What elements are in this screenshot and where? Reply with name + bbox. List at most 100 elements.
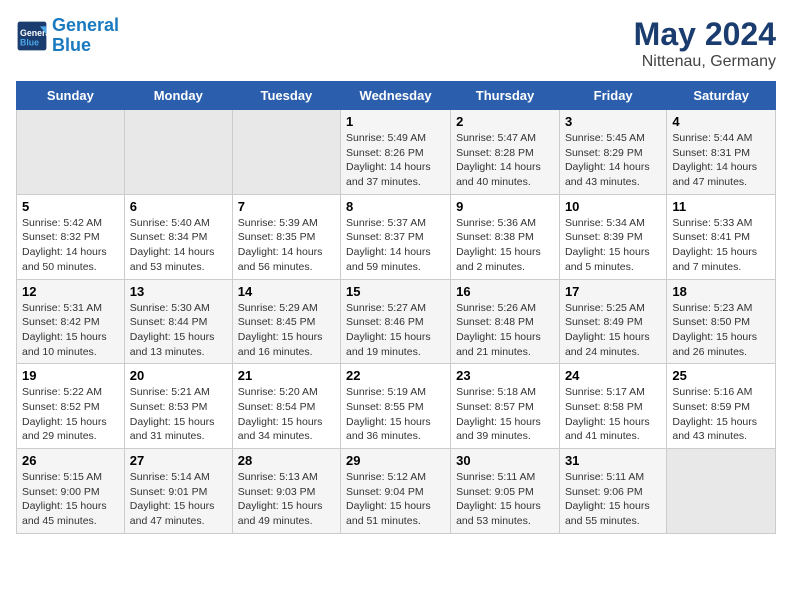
day-number: 10: [565, 199, 661, 214]
calendar-cell: 5 Sunrise: 5:42 AM Sunset: 8:32 PM Daylig…: [17, 194, 125, 279]
day-info: Sunrise: 5:14 AM Sunset: 9:01 PM Dayligh…: [130, 470, 227, 529]
week-row-1: 1Sunrise: 5:49 AM Sunset: 8:26 PM Daylig…: [17, 110, 776, 195]
calendar-cell: 17 Sunrise: 5:25 AM Sunset: 8:49 PM Dayli…: [559, 279, 666, 364]
day-number: 20: [130, 368, 227, 383]
calendar-cell: 30 Sunrise: 5:11 AM Sunset: 9:05 PM Dayli…: [451, 449, 560, 534]
day-number: 27: [130, 453, 227, 468]
day-number: 25: [672, 368, 770, 383]
calendar-cell: 10 Sunrise: 5:34 AM Sunset: 8:39 PM Dayli…: [559, 194, 666, 279]
day-number: 12: [22, 284, 119, 299]
day-number: 15: [346, 284, 445, 299]
day-number: 17: [565, 284, 661, 299]
calendar-cell: 14 Sunrise: 5:29 AM Sunset: 8:45 PM Dayli…: [232, 279, 340, 364]
calendar-cell: 26 Sunrise: 5:15 AM Sunset: 9:00 PM Dayli…: [17, 449, 125, 534]
page-header: General Blue GeneralBlue May 2024 Nitten…: [16, 16, 776, 71]
weekday-saturday: Saturday: [667, 82, 776, 110]
day-number: 3: [565, 114, 661, 129]
calendar-cell: [667, 449, 776, 534]
day-info: Sunrise: 5:40 AM Sunset: 8:34 PM Dayligh…: [130, 216, 227, 275]
weekday-sunday: Sunday: [17, 82, 125, 110]
calendar-cell: 1Sunrise: 5:49 AM Sunset: 8:26 PM Daylig…: [341, 110, 451, 195]
week-row-4: 19 Sunrise: 5:22 AM Sunset: 8:52 PM Dayli…: [17, 364, 776, 449]
calendar-cell: 27 Sunrise: 5:14 AM Sunset: 9:01 PM Dayli…: [124, 449, 232, 534]
day-info: Sunrise: 5:42 AM Sunset: 8:32 PM Dayligh…: [22, 216, 119, 275]
calendar-cell: 13 Sunrise: 5:30 AM Sunset: 8:44 PM Dayli…: [124, 279, 232, 364]
calendar-cell: 11Sunrise: 5:33 AM Sunset: 8:41 PM Dayli…: [667, 194, 776, 279]
calendar-cell: 9Sunrise: 5:36 AM Sunset: 8:38 PM Daylig…: [451, 194, 560, 279]
calendar-cell: 25 Sunrise: 5:16 AM Sunset: 8:59 PM Dayli…: [667, 364, 776, 449]
calendar-cell: 16Sunrise: 5:26 AM Sunset: 8:48 PM Dayli…: [451, 279, 560, 364]
day-info: Sunrise: 5:12 AM Sunset: 9:04 PM Dayligh…: [346, 470, 445, 529]
week-row-5: 26 Sunrise: 5:15 AM Sunset: 9:00 PM Dayli…: [17, 449, 776, 534]
calendar-cell: 20 Sunrise: 5:21 AM Sunset: 8:53 PM Dayli…: [124, 364, 232, 449]
day-number: 5: [22, 199, 119, 214]
day-info: Sunrise: 5:13 AM Sunset: 9:03 PM Dayligh…: [238, 470, 335, 529]
weekday-header-row: SundayMondayTuesdayWednesdayThursdayFrid…: [17, 82, 776, 110]
day-number: 21: [238, 368, 335, 383]
calendar-cell: [17, 110, 125, 195]
calendar-cell: 7 Sunrise: 5:39 AM Sunset: 8:35 PM Daylig…: [232, 194, 340, 279]
day-info: Sunrise: 5:16 AM Sunset: 8:59 PM Dayligh…: [672, 385, 770, 444]
calendar-cell: [124, 110, 232, 195]
calendar-cell: 6Sunrise: 5:40 AM Sunset: 8:34 PM Daylig…: [124, 194, 232, 279]
day-info: Sunrise: 5:39 AM Sunset: 8:35 PM Dayligh…: [238, 216, 335, 275]
day-number: 14: [238, 284, 335, 299]
calendar-cell: 15 Sunrise: 5:27 AM Sunset: 8:46 PM Dayli…: [341, 279, 451, 364]
day-info: Sunrise: 5:11 AM Sunset: 9:06 PM Dayligh…: [565, 470, 661, 529]
day-info: Sunrise: 5:27 AM Sunset: 8:46 PM Dayligh…: [346, 301, 445, 360]
day-info: Sunrise: 5:15 AM Sunset: 9:00 PM Dayligh…: [22, 470, 119, 529]
calendar-cell: 23Sunrise: 5:18 AM Sunset: 8:57 PM Dayli…: [451, 364, 560, 449]
day-number: 8: [346, 199, 445, 214]
day-info: Sunrise: 5:30 AM Sunset: 8:44 PM Dayligh…: [130, 301, 227, 360]
logo-icon: General Blue: [16, 20, 48, 52]
calendar-title: May 2024: [634, 16, 776, 53]
calendar-table: SundayMondayTuesdayWednesdayThursdayFrid…: [16, 81, 776, 534]
weekday-friday: Friday: [559, 82, 666, 110]
day-info: Sunrise: 5:21 AM Sunset: 8:53 PM Dayligh…: [130, 385, 227, 444]
day-info: Sunrise: 5:37 AM Sunset: 8:37 PM Dayligh…: [346, 216, 445, 275]
day-info: Sunrise: 5:36 AM Sunset: 8:38 PM Dayligh…: [456, 216, 554, 275]
calendar-cell: 3 Sunrise: 5:45 AM Sunset: 8:29 PM Daylig…: [559, 110, 666, 195]
calendar-cell: [232, 110, 340, 195]
day-info: Sunrise: 5:25 AM Sunset: 8:49 PM Dayligh…: [565, 301, 661, 360]
day-number: 23: [456, 368, 554, 383]
calendar-cell: 12 Sunrise: 5:31 AM Sunset: 8:42 PM Dayli…: [17, 279, 125, 364]
day-info: Sunrise: 5:20 AM Sunset: 8:54 PM Dayligh…: [238, 385, 335, 444]
weekday-tuesday: Tuesday: [232, 82, 340, 110]
day-number: 22: [346, 368, 445, 383]
day-number: 19: [22, 368, 119, 383]
day-number: 29: [346, 453, 445, 468]
logo: General Blue GeneralBlue: [16, 16, 119, 56]
day-info: Sunrise: 5:29 AM Sunset: 8:45 PM Dayligh…: [238, 301, 335, 360]
calendar-cell: 22Sunrise: 5:19 AM Sunset: 8:55 PM Dayli…: [341, 364, 451, 449]
day-info: Sunrise: 5:34 AM Sunset: 8:39 PM Dayligh…: [565, 216, 661, 275]
day-number: 26: [22, 453, 119, 468]
week-row-2: 5 Sunrise: 5:42 AM Sunset: 8:32 PM Daylig…: [17, 194, 776, 279]
day-number: 31: [565, 453, 661, 468]
weekday-wednesday: Wednesday: [341, 82, 451, 110]
day-number: 2: [456, 114, 554, 129]
day-info: Sunrise: 5:31 AM Sunset: 8:42 PM Dayligh…: [22, 301, 119, 360]
day-number: 1: [346, 114, 445, 129]
day-number: 7: [238, 199, 335, 214]
calendar-cell: 24Sunrise: 5:17 AM Sunset: 8:58 PM Dayli…: [559, 364, 666, 449]
logo-text: GeneralBlue: [52, 16, 119, 56]
day-info: Sunrise: 5:26 AM Sunset: 8:48 PM Dayligh…: [456, 301, 554, 360]
day-info: Sunrise: 5:17 AM Sunset: 8:58 PM Dayligh…: [565, 385, 661, 444]
week-row-3: 12 Sunrise: 5:31 AM Sunset: 8:42 PM Dayli…: [17, 279, 776, 364]
day-info: Sunrise: 5:45 AM Sunset: 8:29 PM Dayligh…: [565, 131, 661, 190]
calendar-cell: 31 Sunrise: 5:11 AM Sunset: 9:06 PM Dayli…: [559, 449, 666, 534]
day-number: 30: [456, 453, 554, 468]
calendar-cell: 21 Sunrise: 5:20 AM Sunset: 8:54 PM Dayli…: [232, 364, 340, 449]
day-number: 4: [672, 114, 770, 129]
weekday-thursday: Thursday: [451, 82, 560, 110]
day-number: 13: [130, 284, 227, 299]
day-info: Sunrise: 5:11 AM Sunset: 9:05 PM Dayligh…: [456, 470, 554, 529]
calendar-cell: 18Sunrise: 5:23 AM Sunset: 8:50 PM Dayli…: [667, 279, 776, 364]
calendar-cell: 28Sunrise: 5:13 AM Sunset: 9:03 PM Dayli…: [232, 449, 340, 534]
calendar-cell: 29 Sunrise: 5:12 AM Sunset: 9:04 PM Dayli…: [341, 449, 451, 534]
title-block: May 2024 Nittenau, Germany: [634, 16, 776, 71]
calendar-cell: 4Sunrise: 5:44 AM Sunset: 8:31 PM Daylig…: [667, 110, 776, 195]
day-number: 11: [672, 199, 770, 214]
day-info: Sunrise: 5:22 AM Sunset: 8:52 PM Dayligh…: [22, 385, 119, 444]
